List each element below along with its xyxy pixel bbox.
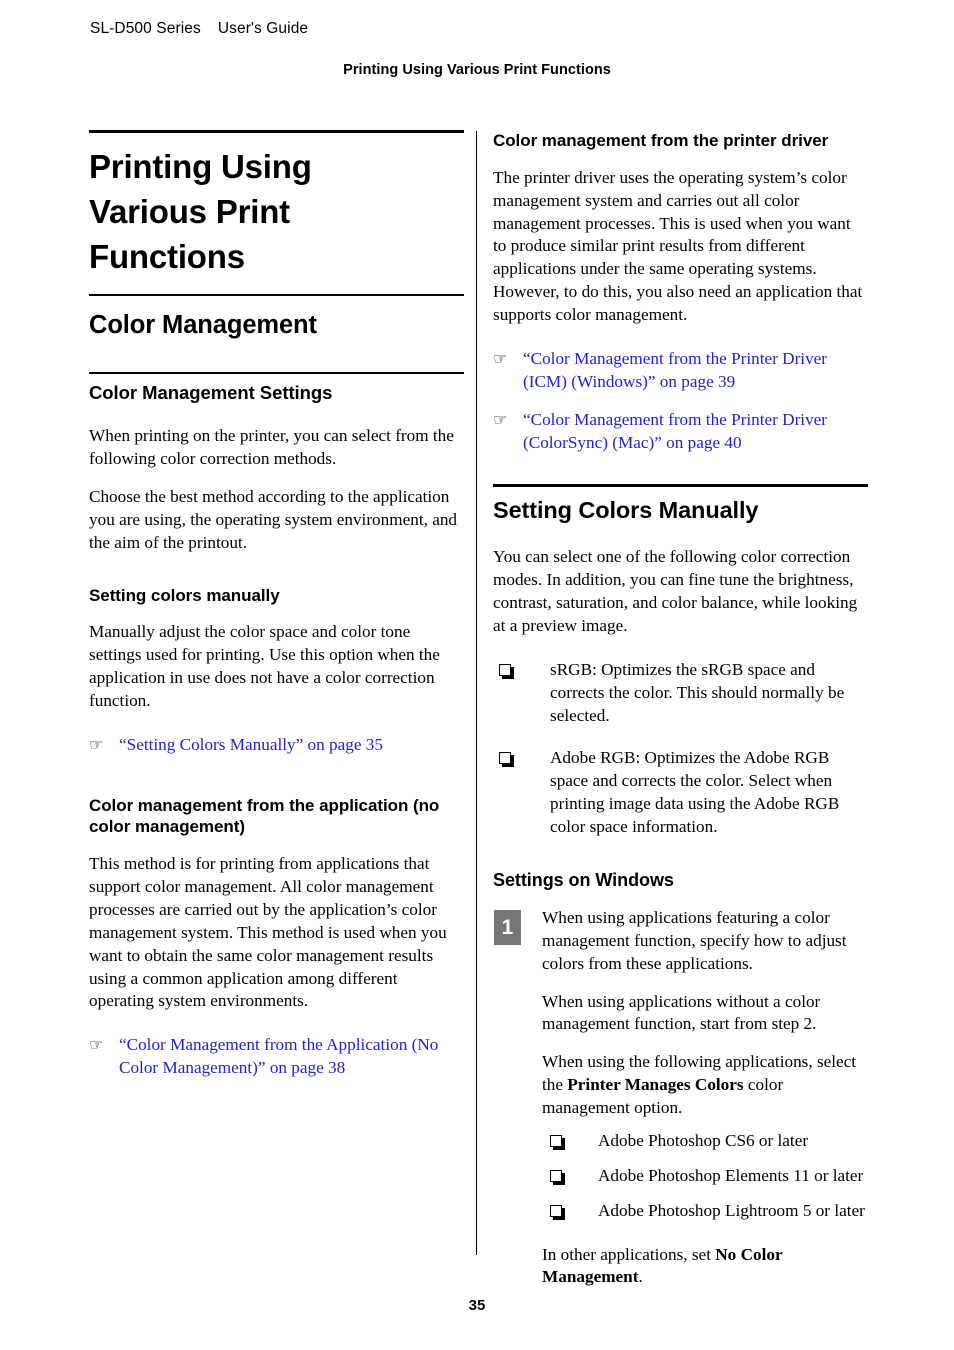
right-column: Color management from the printer driver… bbox=[493, 130, 868, 1289]
xref-label: “Setting Colors Manually” on page 35 bbox=[119, 734, 383, 754]
running-header-chapter: Printing Using Various Print Functions bbox=[343, 62, 611, 78]
section-rule-setting-colors-manually bbox=[493, 484, 868, 487]
step-1-paragraph-1: When using applications featuring a colo… bbox=[542, 907, 847, 973]
xref-link-setting-colors-manually[interactable]: ☞ “Setting Colors Manually” on page 35 bbox=[89, 734, 464, 757]
document-page: SL-D500 Series User's Guide Printing Usin… bbox=[0, 0, 954, 1350]
list-item-adobe-rgb: Adobe RGB: Optimizes the Adobe RGB space… bbox=[493, 747, 868, 839]
list-item-label: Adobe Photoshop Lightroom 5 or later bbox=[598, 1200, 865, 1220]
xref-label: “Color Management from the Printer Drive… bbox=[523, 348, 828, 391]
heading-setting-colors-manually: Setting colors manually bbox=[89, 585, 280, 605]
title-rule-top bbox=[89, 130, 464, 133]
list-item-label: Adobe RGB: Optimizes the Adobe RGB space… bbox=[550, 748, 840, 836]
paragraph-intro-2: Choose the best method according to the … bbox=[89, 486, 458, 552]
pointing-hand-icon: ☞ bbox=[493, 348, 508, 368]
box-bullet-icon bbox=[499, 752, 511, 765]
box-bullet-icon bbox=[550, 1204, 562, 1217]
paragraph-printer-driver: The printer driver uses the operating sy… bbox=[493, 167, 863, 324]
box-bullet-icon bbox=[550, 1134, 562, 1147]
box-bullet-icon bbox=[550, 1169, 562, 1182]
box-bullet-icon bbox=[499, 663, 511, 676]
list-item-photoshop-cs6: Adobe Photoshop CS6 or later bbox=[542, 1130, 868, 1153]
paragraph-color-correction-modes: You can select one of the following colo… bbox=[493, 547, 858, 635]
step-1-paragraph-2: When using applications without a color … bbox=[542, 991, 821, 1034]
heading-color-management-from-application: Color management from the application (n… bbox=[89, 795, 440, 837]
pointing-hand-icon: ☞ bbox=[89, 734, 104, 754]
running-header-left: SL-D500 Series User's Guide bbox=[90, 20, 308, 38]
product-name: SL-D500 Series bbox=[90, 20, 201, 37]
left-column: Printing Using Various Print Functions C… bbox=[89, 130, 464, 1080]
heading-settings-on-windows: Settings on Windows bbox=[493, 869, 674, 890]
list-item-label: Adobe Photoshop Elements 11 or later bbox=[598, 1165, 864, 1185]
xref-label: “Color Management from the Application (… bbox=[119, 1035, 439, 1078]
page-number: 35 bbox=[468, 1297, 486, 1314]
step-number-badge: 1 bbox=[494, 909, 521, 945]
list-item-photoshop-lightroom-5: Adobe Photoshop Lightroom 5 or later bbox=[542, 1200, 868, 1223]
section-heading-color-management: Color Management bbox=[89, 311, 317, 340]
step-1-p4-before: In other applications, set bbox=[542, 1244, 716, 1264]
list-item-photoshop-elements-11: Adobe Photoshop Elements 11 or later bbox=[542, 1165, 868, 1188]
paragraph-color-management-from-application: This method is for printing from applica… bbox=[89, 854, 447, 1011]
paragraph-setting-colors-manually: Manually adjust the color space and colo… bbox=[89, 622, 440, 710]
step-1-p4-after: . bbox=[638, 1267, 643, 1287]
section-heading-setting-colors-manually: Setting Colors Manually bbox=[493, 496, 759, 523]
step-1-paragraph-4: In other applications, set No Color Mana… bbox=[542, 1244, 868, 1290]
pointing-hand-icon: ☞ bbox=[493, 409, 508, 429]
pointing-hand-icon: ☞ bbox=[89, 1035, 104, 1055]
paragraph-intro-1: When printing on the printer, you can se… bbox=[89, 426, 454, 468]
xref-link-colorsync-mac[interactable]: ☞ “Color Management from the Printer Driv… bbox=[493, 409, 868, 455]
page-title: Printing Using Various Print Functions bbox=[89, 148, 312, 275]
subsection-rule bbox=[89, 372, 464, 374]
step-1-p3-bold: Printer Manages Colors bbox=[567, 1075, 744, 1095]
list-item-srgb: sRGB: Optimizes the sRGB space and corre… bbox=[493, 659, 868, 728]
list-item-label: Adobe Photoshop CS6 or later bbox=[598, 1130, 809, 1150]
xref-link-icm-windows[interactable]: ☞ “Color Management from the Printer Driv… bbox=[493, 348, 868, 394]
column-divider bbox=[476, 131, 477, 1255]
list-item-label: sRGB: Optimizes the sRGB space and corre… bbox=[550, 659, 845, 725]
title-rule-bottom bbox=[89, 293, 464, 297]
subsection-heading-color-management-settings: Color Management Settings bbox=[89, 382, 333, 403]
xref-label: “Color Management from the Printer Drive… bbox=[523, 409, 828, 452]
xref-link-color-management-from-application[interactable]: ☞ “Color Management from the Application … bbox=[89, 1034, 464, 1080]
step-1-paragraph-3: When using the following applications, s… bbox=[542, 1051, 868, 1120]
heading-color-management-from-printer-driver: Color management from the printer driver bbox=[493, 131, 829, 150]
step-1: 1 When using applications featuring a co… bbox=[493, 907, 868, 1289]
guide-name: User's Guide bbox=[217, 20, 309, 37]
